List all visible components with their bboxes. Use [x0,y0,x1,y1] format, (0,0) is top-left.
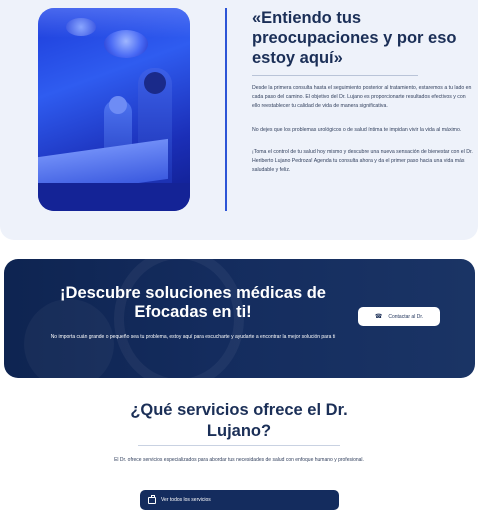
contact-doctor-button[interactable]: ☎ Contactar al Dr. [358,307,440,326]
hero-paragraph-2: No dejes que los problemas urológicos o … [252,127,462,133]
services-title: ¿Qué servicios ofrece el Dr. Lujano? [130,401,348,440]
hero-quote-title: «Entiendo tus preocupaciones y por eso e… [252,9,457,67]
services-divider [138,445,340,446]
surgical-lamp [104,30,148,58]
cta-banner: ¡Descubre soluciones médicas de Efocadas… [4,259,475,378]
services-button-label: Ver todos los servicios [161,497,211,503]
surgery-photo [38,8,190,211]
phone-icon: ☎ [374,314,383,320]
hero-paragraph-3: ¡Toma el control de tu salud hoy mismo y… [252,149,473,173]
hero-paragraph-1: Desde la primera consulta hasta el segui… [252,85,472,109]
page: «Entiendo tus preocupaciones y por eso e… [0,0,478,518]
briefcase-icon [148,494,156,504]
hero-section: «Entiendo tus preocupaciones y por eso e… [0,0,478,240]
title-underline [252,75,418,76]
cta-subtitle: No importa cuán grande o pequeño sea tu … [50,334,336,340]
services-description: El Dr. ofrece servicios especializados p… [114,457,364,463]
cta-title: ¡Descubre soluciones médicas de Efocadas… [60,284,326,321]
accent-divider [225,8,227,211]
surgical-lamp [66,18,96,36]
view-all-services-button[interactable]: Ver todos los servicios [140,490,339,510]
contact-button-label: Contactar al Dr. [388,313,424,320]
